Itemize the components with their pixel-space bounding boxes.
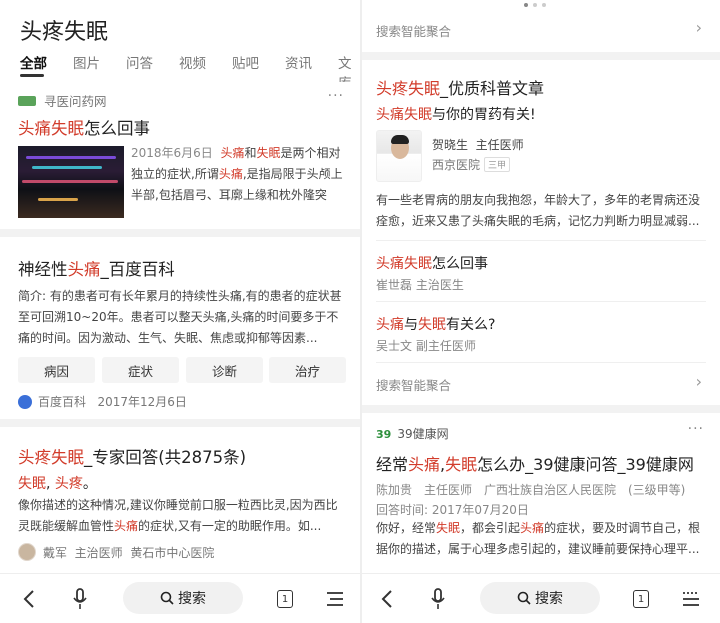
more-options-icon[interactable]: ··· [688, 421, 704, 437]
result-snippet: 像你描述的这种情况,建议你睡觉前口服一粒西比灵,因为西比灵既能缓解血管性头痛的症… [18, 498, 338, 533]
search-query[interactable]: 头疼失眠 [20, 14, 108, 46]
qa-doctor-1: 崔世磊 主治医生 [376, 278, 464, 292]
result-doctor-meta: 陈加贵 主任医师 广西壮族自治区人民医院 (三级甲等) [376, 483, 686, 497]
chevron-right-icon[interactable]: › [696, 18, 702, 37]
search-icon [160, 591, 174, 605]
article-snippet: 有一些老胃病的朋友向我抱怨，年龄大了，多年的老胃病还没痊愈，近来又患了头痛失眠的… [376, 193, 701, 228]
menu-button[interactable] [682, 586, 700, 612]
separator [0, 229, 360, 237]
page-count-icon: 1 [277, 590, 293, 608]
result-snippet: 2018年6月6日 头痛和失眠是两个相对独立的症状,所谓头痛,是指局限于头颅上半… [131, 146, 343, 202]
result-thumbnail[interactable] [18, 146, 124, 218]
led-strip [22, 180, 118, 183]
bottom-toolbar: 搜索 1 [0, 573, 360, 623]
bottom-toolbar: 搜索 1 [362, 573, 720, 623]
aggregate-link-bottom[interactable]: 搜索智能聚合 [376, 375, 451, 394]
active-tab-indicator [20, 74, 44, 77]
result-tabs: 全部 图片 问答 视频 贴吧 资讯 文库 [0, 52, 360, 92]
result-card-3[interactable]: 头疼失眠_专家回答(共2875条) 失眠, 头疼。 像你描述的这种情况,建议你睡… [0, 427, 360, 573]
chip-treatment[interactable]: 治疗 [269, 357, 346, 383]
tab-images[interactable]: 图片 [73, 52, 100, 72]
doctor-meta: 戴军 主治医师 黄石市中心医院 [18, 543, 214, 561]
result-title[interactable]: 经常头痛,失眠怎么办_39健康问答_39健康网 [376, 451, 694, 475]
divider [376, 301, 706, 302]
chip-symptom[interactable]: 症状 [102, 357, 179, 383]
page-indicator [524, 3, 546, 7]
result-source: 39 39健康网 [376, 427, 449, 441]
hospital-level-badge: 三甲 [484, 157, 511, 172]
doctor-hospital: 西京医院 三甲 [432, 156, 511, 173]
menu-icon [327, 592, 343, 606]
separator [0, 419, 360, 427]
result-meta: 百度百科 2017年12月6日 [18, 393, 187, 410]
page-count-icon: 1 [633, 590, 649, 608]
39health-logo-icon: 39 [376, 428, 392, 441]
divider [376, 240, 706, 241]
result-title[interactable]: 头疼失眠_专家回答(共2875条) [18, 444, 246, 468]
doctor-photo [376, 130, 422, 182]
qa-doctor-2: 吴士文 副主任医师 [376, 339, 476, 353]
chip-row: 病因 症状 诊断 治疗 [18, 357, 346, 383]
doctor-avatar [18, 543, 36, 561]
separator [362, 405, 720, 413]
tabs-button[interactable]: 1 [630, 586, 652, 612]
result-snippet: 简介: 有的患者可有长年累月的持续性头痛,有的患者的症状甚至可回溯10~20年。… [18, 289, 342, 345]
back-icon [23, 590, 34, 608]
result-answer-date: 回答时间: 2017年07月20日 [376, 503, 529, 517]
chip-cause[interactable]: 病因 [18, 357, 95, 383]
search-button[interactable]: 搜索 [480, 582, 600, 614]
qa-title-1[interactable]: 头痛失眠怎么回事 [376, 253, 488, 273]
chevron-right-icon[interactable]: › [696, 372, 702, 391]
divider [376, 362, 706, 363]
separator [362, 52, 720, 60]
back-icon [381, 590, 392, 608]
voice-button[interactable] [68, 586, 92, 612]
article-subtitle[interactable]: 头痛失眠与你的胃药有关! [376, 104, 536, 124]
right-screen: 搜索智能聚合 › 头疼失眠_优质科普文章 头痛失眠与你的胃药有关! 贺晓生 主任… [362, 0, 720, 623]
result-snippet: 你好，经常失眠，都会引起头痛的症状，要及时调节自己，根据你的描述，属于心理多虑引… [376, 521, 701, 556]
tab-video[interactable]: 视频 [179, 52, 206, 72]
menu-button[interactable] [326, 586, 344, 612]
qa-title-2[interactable]: 头痛与失眠有关么? [376, 314, 495, 334]
baidu-baike-icon [18, 394, 32, 409]
result-card-1[interactable]: 寻医问药网 ··· 头痛失眠怎么回事 2018年6月6日 头痛和失眠是两个相对独… [0, 82, 360, 228]
tab-news[interactable]: 资讯 [285, 52, 312, 72]
article-title[interactable]: 头疼失眠_优质科普文章 [376, 75, 544, 99]
led-strip [32, 166, 102, 169]
result-subtitle: 失眠, 头疼。 [18, 476, 97, 492]
result-card-2[interactable]: 神经性头痛_百度百科 简介: 有的患者可有长年累月的持续性头痛,有的患者的症状甚… [0, 237, 360, 417]
tab-qa[interactable]: 问答 [126, 52, 153, 72]
result-title[interactable]: 神经性头痛_百度百科 [18, 256, 175, 280]
result-source: 寻医问药网 [18, 91, 107, 110]
aggregate-link-top[interactable]: 搜索智能聚合 [376, 21, 451, 40]
tabs-button[interactable]: 1 [274, 586, 296, 612]
result-title[interactable]: 头痛失眠怎么回事 [18, 115, 150, 139]
doctor-name: 贺晓生 主任医师 [432, 138, 524, 152]
more-options-icon[interactable]: ··· [328, 88, 344, 104]
microphone-icon [431, 588, 445, 609]
left-screen: 头疼失眠 全部 图片 问答 视频 贴吧 资讯 文库 寻医问药网 ··· 头痛失眠… [0, 0, 360, 623]
search-button[interactable]: 搜索 [123, 582, 243, 614]
voice-button[interactable] [426, 586, 450, 612]
back-button[interactable] [18, 586, 40, 612]
tab-all[interactable]: 全部 [20, 52, 47, 72]
search-icon [517, 591, 531, 605]
menu-icon [683, 592, 699, 606]
back-button[interactable] [376, 586, 398, 612]
microphone-icon [73, 588, 87, 609]
tab-tieba[interactable]: 贴吧 [232, 52, 259, 72]
led-strip [38, 198, 78, 201]
xywy-logo-icon [18, 95, 36, 106]
chip-diagnosis[interactable]: 诊断 [186, 357, 263, 383]
led-strip [26, 156, 116, 159]
